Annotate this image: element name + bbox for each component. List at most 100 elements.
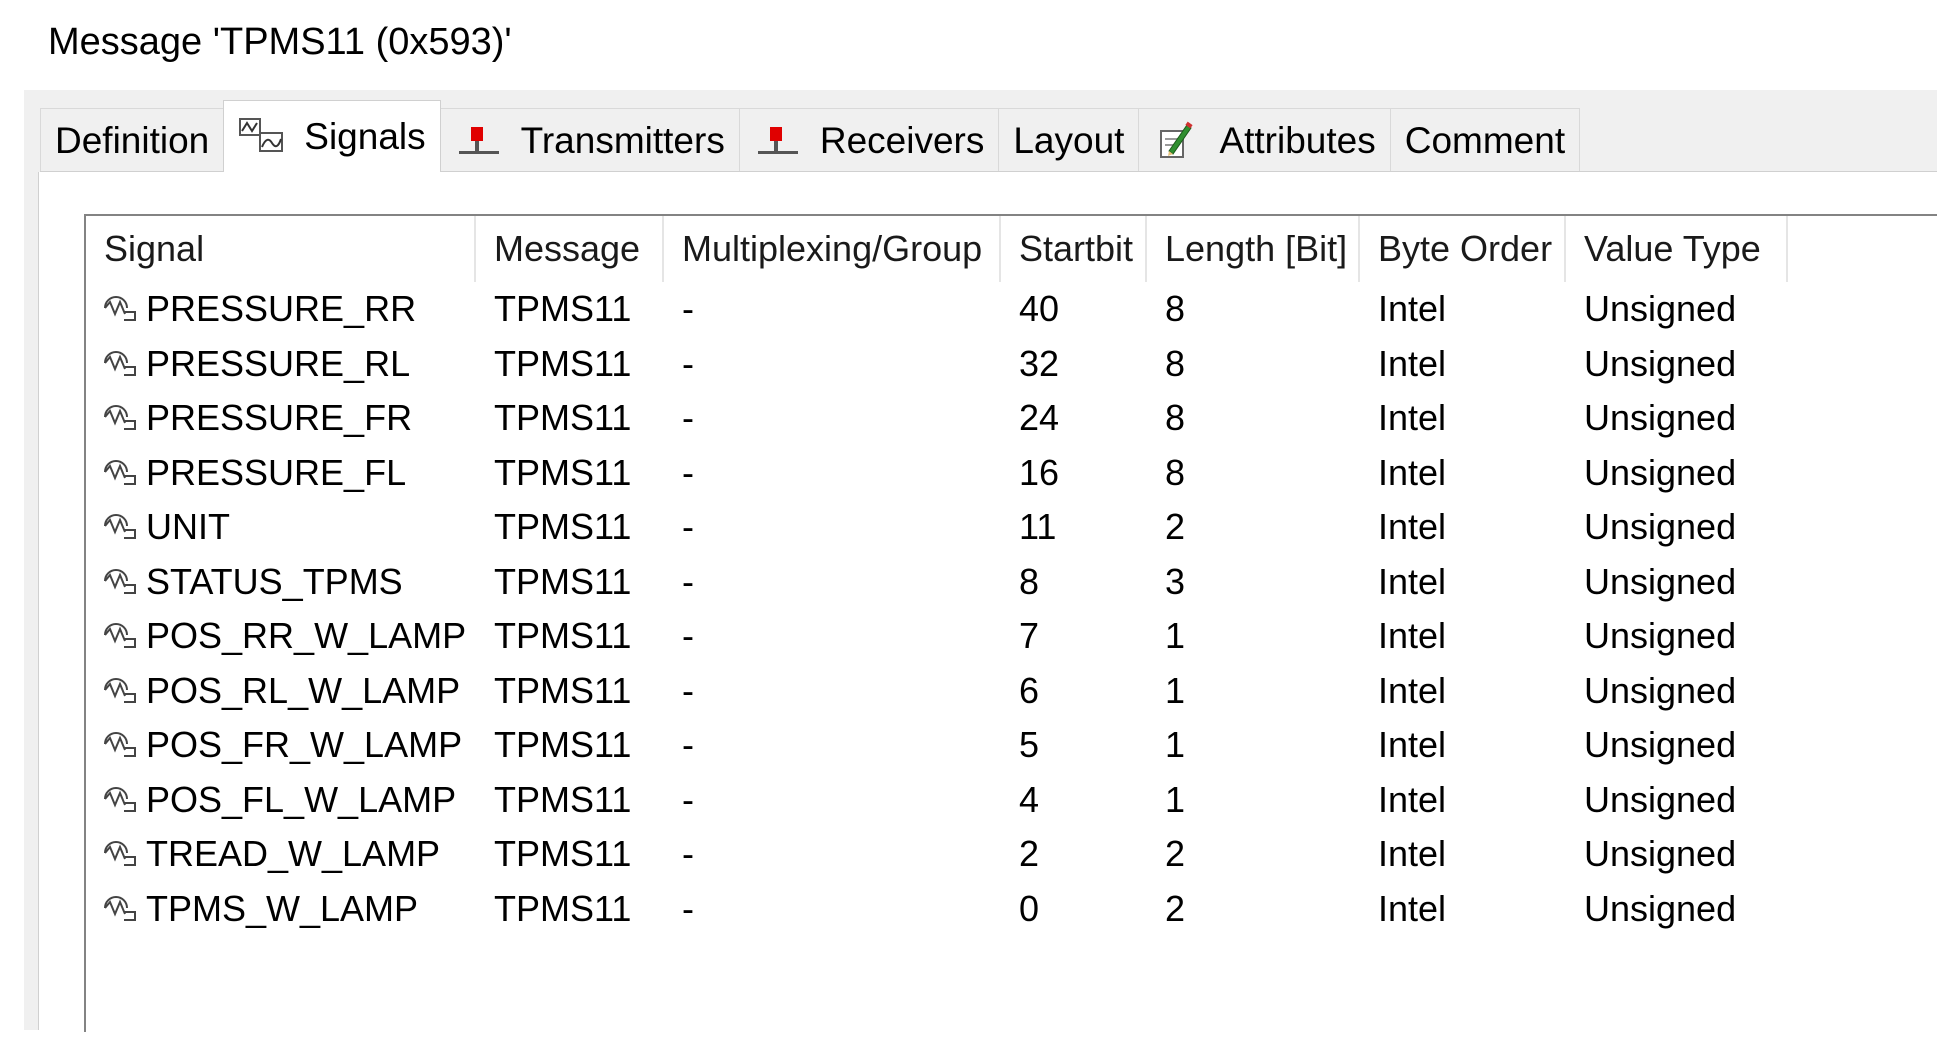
tab-attributes[interactable]: Attributes — [1138, 108, 1391, 172]
table-row[interactable]: POS_FL_W_LAMP TPMS11 - 4 1 Intel Unsigned — [86, 773, 1788, 828]
transmitter-icon — [458, 126, 499, 154]
column-header-multiplexing-group[interactable]: Multiplexing/Group — [664, 216, 1001, 282]
cell-value-type: Unsigned — [1584, 887, 1737, 929]
cell-value-type: Unsigned — [1584, 451, 1737, 493]
cell-message: TPMS11 — [494, 288, 632, 330]
cell-multiplexing-group: - — [682, 288, 694, 330]
cell-signal-name: PRESSURE_RL — [86, 343, 476, 385]
cell-byte-order: Intel — [1378, 288, 1447, 330]
tab-label: Transmitters — [520, 119, 725, 161]
cell-signal-name: PRESSURE_RR — [86, 288, 476, 330]
cell-signal-name: STATUS_TPMS — [86, 561, 476, 603]
signal-icon — [104, 459, 136, 485]
tab-receivers[interactable]: Receivers — [738, 108, 1000, 172]
column-header-value-type[interactable]: Value Type — [1566, 216, 1788, 282]
cell-startbit: 0 — [1019, 887, 1040, 929]
cell-startbit: 32 — [1019, 342, 1060, 384]
cell-signal-name: PRESSURE_FR — [86, 397, 476, 439]
signal-name-label: POS_FR_W_LAMP — [146, 724, 463, 766]
table-body: PRESSURE_RR TPMS11-40 8 Intel Unsigned PRESSU… — [86, 282, 1788, 936]
table-row[interactable]: UNIT TPMS11 - 11 2 Intel Unsigned — [86, 500, 1788, 555]
cell-value-type: Unsigned — [1584, 724, 1737, 766]
cell-value-type: Unsigned — [1584, 560, 1737, 602]
cell-length-bit: 2 — [1165, 506, 1186, 548]
signal-icon — [239, 117, 284, 152]
cell-byte-order: Intel — [1378, 342, 1447, 384]
cell-multiplexing-group: - — [682, 887, 694, 929]
signal-icon — [104, 895, 136, 921]
cell-startbit: 24 — [1019, 397, 1060, 439]
cell-length-bit: 3 — [1165, 560, 1186, 602]
signal-icon — [104, 732, 136, 758]
cell-signal-name: POS_FL_W_LAMP — [86, 779, 476, 821]
tab-transmitters[interactable]: Transmitters — [439, 108, 740, 172]
cell-value-type: Unsigned — [1584, 506, 1737, 548]
table-row[interactable]: PRESSURE_FR TPMS11 - 24 8 Intel Unsigned — [86, 391, 1788, 446]
cell-startbit: 40 — [1019, 288, 1060, 330]
cell-multiplexing-group: - — [682, 724, 694, 766]
cell-byte-order: Intel — [1378, 887, 1447, 929]
cell-value-type: Unsigned — [1584, 288, 1737, 330]
column-header-signal[interactable]: Signal — [86, 216, 476, 282]
cell-length-bit: 2 — [1165, 887, 1186, 929]
table-row[interactable]: TREAD_W_LAMP TPMS11 - 2 2 Intel Unsigned — [86, 827, 1788, 882]
table-row[interactable]: STATUS_TPMS TPMS11 - 8 3 Intel Unsigned — [86, 555, 1788, 610]
cell-length-bit: 8 — [1165, 397, 1186, 439]
tab-label: Signals — [304, 115, 426, 157]
cell-value-type: Unsigned — [1584, 615, 1737, 657]
column-header-startbit[interactable]: Startbit — [1001, 216, 1147, 282]
signal-icon — [104, 405, 136, 431]
cell-multiplexing-group: - — [682, 833, 694, 875]
cell-signal-name: POS_FR_W_LAMP — [86, 724, 476, 766]
cell-startbit: 5 — [1019, 724, 1040, 766]
table-row[interactable]: PRESSURE_RL TPMS11 - 32 8 Intel Unsigned — [86, 337, 1788, 392]
column-header-message[interactable]: Message — [476, 216, 664, 282]
table-row[interactable]: POS_FR_W_LAMP TPMS11 - 5 1 Intel Unsigned — [86, 718, 1788, 773]
table-row[interactable]: PRESSURE_RR TPMS11 - 40 8 Intel Unsigned — [86, 282, 1788, 337]
signal-icon — [104, 786, 136, 812]
cell-message: TPMS11 — [494, 887, 632, 929]
cell-byte-order: Intel — [1378, 724, 1447, 766]
signal-name-label: PRESSURE_RR — [146, 288, 417, 330]
signal-name-label: TPMS_W_LAMP — [146, 887, 419, 929]
cell-startbit: 16 — [1019, 451, 1060, 493]
cell-value-type: Unsigned — [1584, 669, 1737, 711]
column-header-length-bit[interactable]: Length [Bit] — [1147, 216, 1360, 282]
cell-value-type: Unsigned — [1584, 397, 1737, 439]
table-row[interactable]: POS_RR_W_LAMP TPMS11 - 7 1 Intel Unsigned — [86, 609, 1788, 664]
cell-startbit: 11 — [1019, 506, 1057, 548]
cell-byte-order: Intel — [1378, 451, 1447, 493]
cell-length-bit: 1 — [1165, 778, 1186, 820]
table-row[interactable]: PRESSURE_FL TPMS11 - 16 8 Intel Unsigned — [86, 446, 1788, 501]
cell-message: TPMS11 — [494, 506, 632, 548]
tab-label: Attributes — [1219, 119, 1376, 161]
cell-startbit: 4 — [1019, 778, 1040, 820]
tab-label: Definition — [55, 119, 210, 161]
tab-layout[interactable]: Layout — [998, 108, 1140, 172]
cell-byte-order: Intel — [1378, 669, 1447, 711]
cell-signal-name: PRESSURE_FL — [86, 452, 476, 494]
signal-name-label: POS_RR_W_LAMP — [146, 615, 467, 657]
cell-byte-order: Intel — [1378, 833, 1447, 875]
tab-signals[interactable]: Signals — [223, 100, 441, 172]
cell-multiplexing-group: - — [682, 451, 694, 493]
cell-message: TPMS11 — [494, 724, 632, 766]
cell-value-type: Unsigned — [1584, 342, 1737, 384]
table-row[interactable]: POS_RL_W_LAMP TPMS11 - 6 1 Intel Unsigned — [86, 664, 1788, 719]
cell-byte-order: Intel — [1378, 506, 1447, 548]
signals-table[interactable]: Signal Message Multiplexing/Group Startb… — [84, 214, 1937, 1032]
cell-message: TPMS11 — [494, 833, 632, 875]
column-header-byte-order[interactable]: Byte Order — [1360, 216, 1566, 282]
table-header: Signal Message Multiplexing/Group Startb… — [86, 216, 1788, 282]
cell-byte-order: Intel — [1378, 560, 1447, 602]
signal-icon — [104, 296, 136, 322]
cell-length-bit: 8 — [1165, 342, 1186, 384]
attributes-pencil-icon — [1160, 121, 1194, 158]
tab-comment[interactable]: Comment — [1389, 108, 1581, 172]
table-row[interactable]: TPMS_W_LAMP TPMS11 - 0 2 Intel Unsigned — [86, 882, 1788, 937]
tab-definition[interactable]: Definition — [40, 108, 225, 172]
cell-message: TPMS11 — [494, 397, 632, 439]
cell-length-bit: 8 — [1165, 451, 1186, 493]
cell-byte-order: Intel — [1378, 397, 1447, 439]
signal-icon — [104, 677, 136, 703]
